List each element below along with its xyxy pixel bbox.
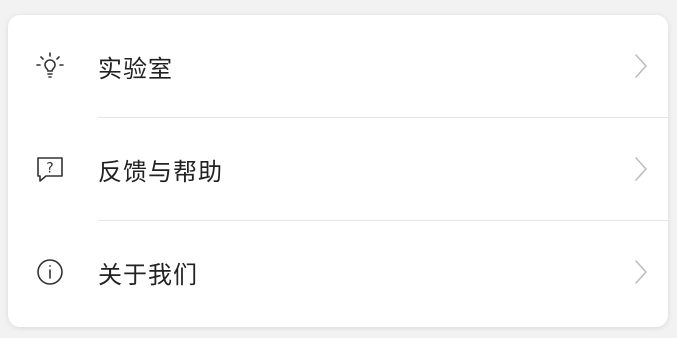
lightbulb-icon [34,50,66,82]
help-chat-icon: ? [34,153,66,185]
menu-item-label: 关于我们 [98,260,198,289]
menu-item-about-us[interactable]: 关于我们 [8,221,668,323]
info-icon [34,256,66,288]
settings-card: 实验室 ? 反馈与帮助 关于我们 [8,15,668,327]
chevron-right-icon [632,52,650,80]
menu-item-label: 实验室 [98,54,173,83]
svg-text:?: ? [46,161,53,177]
chevron-right-icon [632,258,650,286]
menu-item-label: 反馈与帮助 [98,157,223,186]
chevron-right-icon [632,155,650,183]
menu-item-feedback-help[interactable]: ? 反馈与帮助 [8,118,668,220]
menu-item-lab[interactable]: 实验室 [8,15,668,117]
